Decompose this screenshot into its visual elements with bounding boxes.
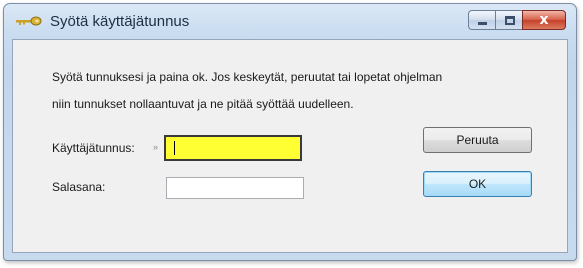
focus-marker: » <box>153 142 159 152</box>
username-label: Käyttäjätunnus: <box>52 141 135 155</box>
maximize-button[interactable] <box>495 10 523 30</box>
dialog-body: Syötä tunnuksesi ja paina ok. Jos keskey… <box>12 39 568 253</box>
close-button[interactable]: x <box>522 10 566 30</box>
close-icon: x <box>539 12 549 28</box>
caption-buttons: x <box>468 10 566 32</box>
instruction-line-1: Syötä tunnuksesi ja paina ok. Jos keskey… <box>52 70 443 84</box>
instruction-line-2: niin tunnukset nollaantuvat ja ne pitää … <box>52 97 354 111</box>
window-title: Syötä käyttäjätunnus <box>50 13 190 30</box>
minimize-button[interactable] <box>468 10 496 30</box>
password-label: Salasana: <box>52 180 106 194</box>
key-icon <box>16 16 42 26</box>
minimize-icon <box>478 22 487 25</box>
ok-button[interactable]: OK <box>423 171 532 197</box>
password-field[interactable] <box>166 177 304 199</box>
cancel-button[interactable]: Peruuta <box>423 127 532 153</box>
title-bar[interactable]: Syötä käyttäjätunnus x <box>4 4 576 38</box>
instruction-text: Syötä tunnuksesi ja paina ok. Jos keskey… <box>52 64 442 118</box>
text-caret <box>174 141 175 155</box>
username-field[interactable] <box>164 135 302 161</box>
dialog-window: Syötä käyttäjätunnus x Syötä tunnuksesi … <box>3 3 577 261</box>
maximize-icon <box>505 16 515 25</box>
